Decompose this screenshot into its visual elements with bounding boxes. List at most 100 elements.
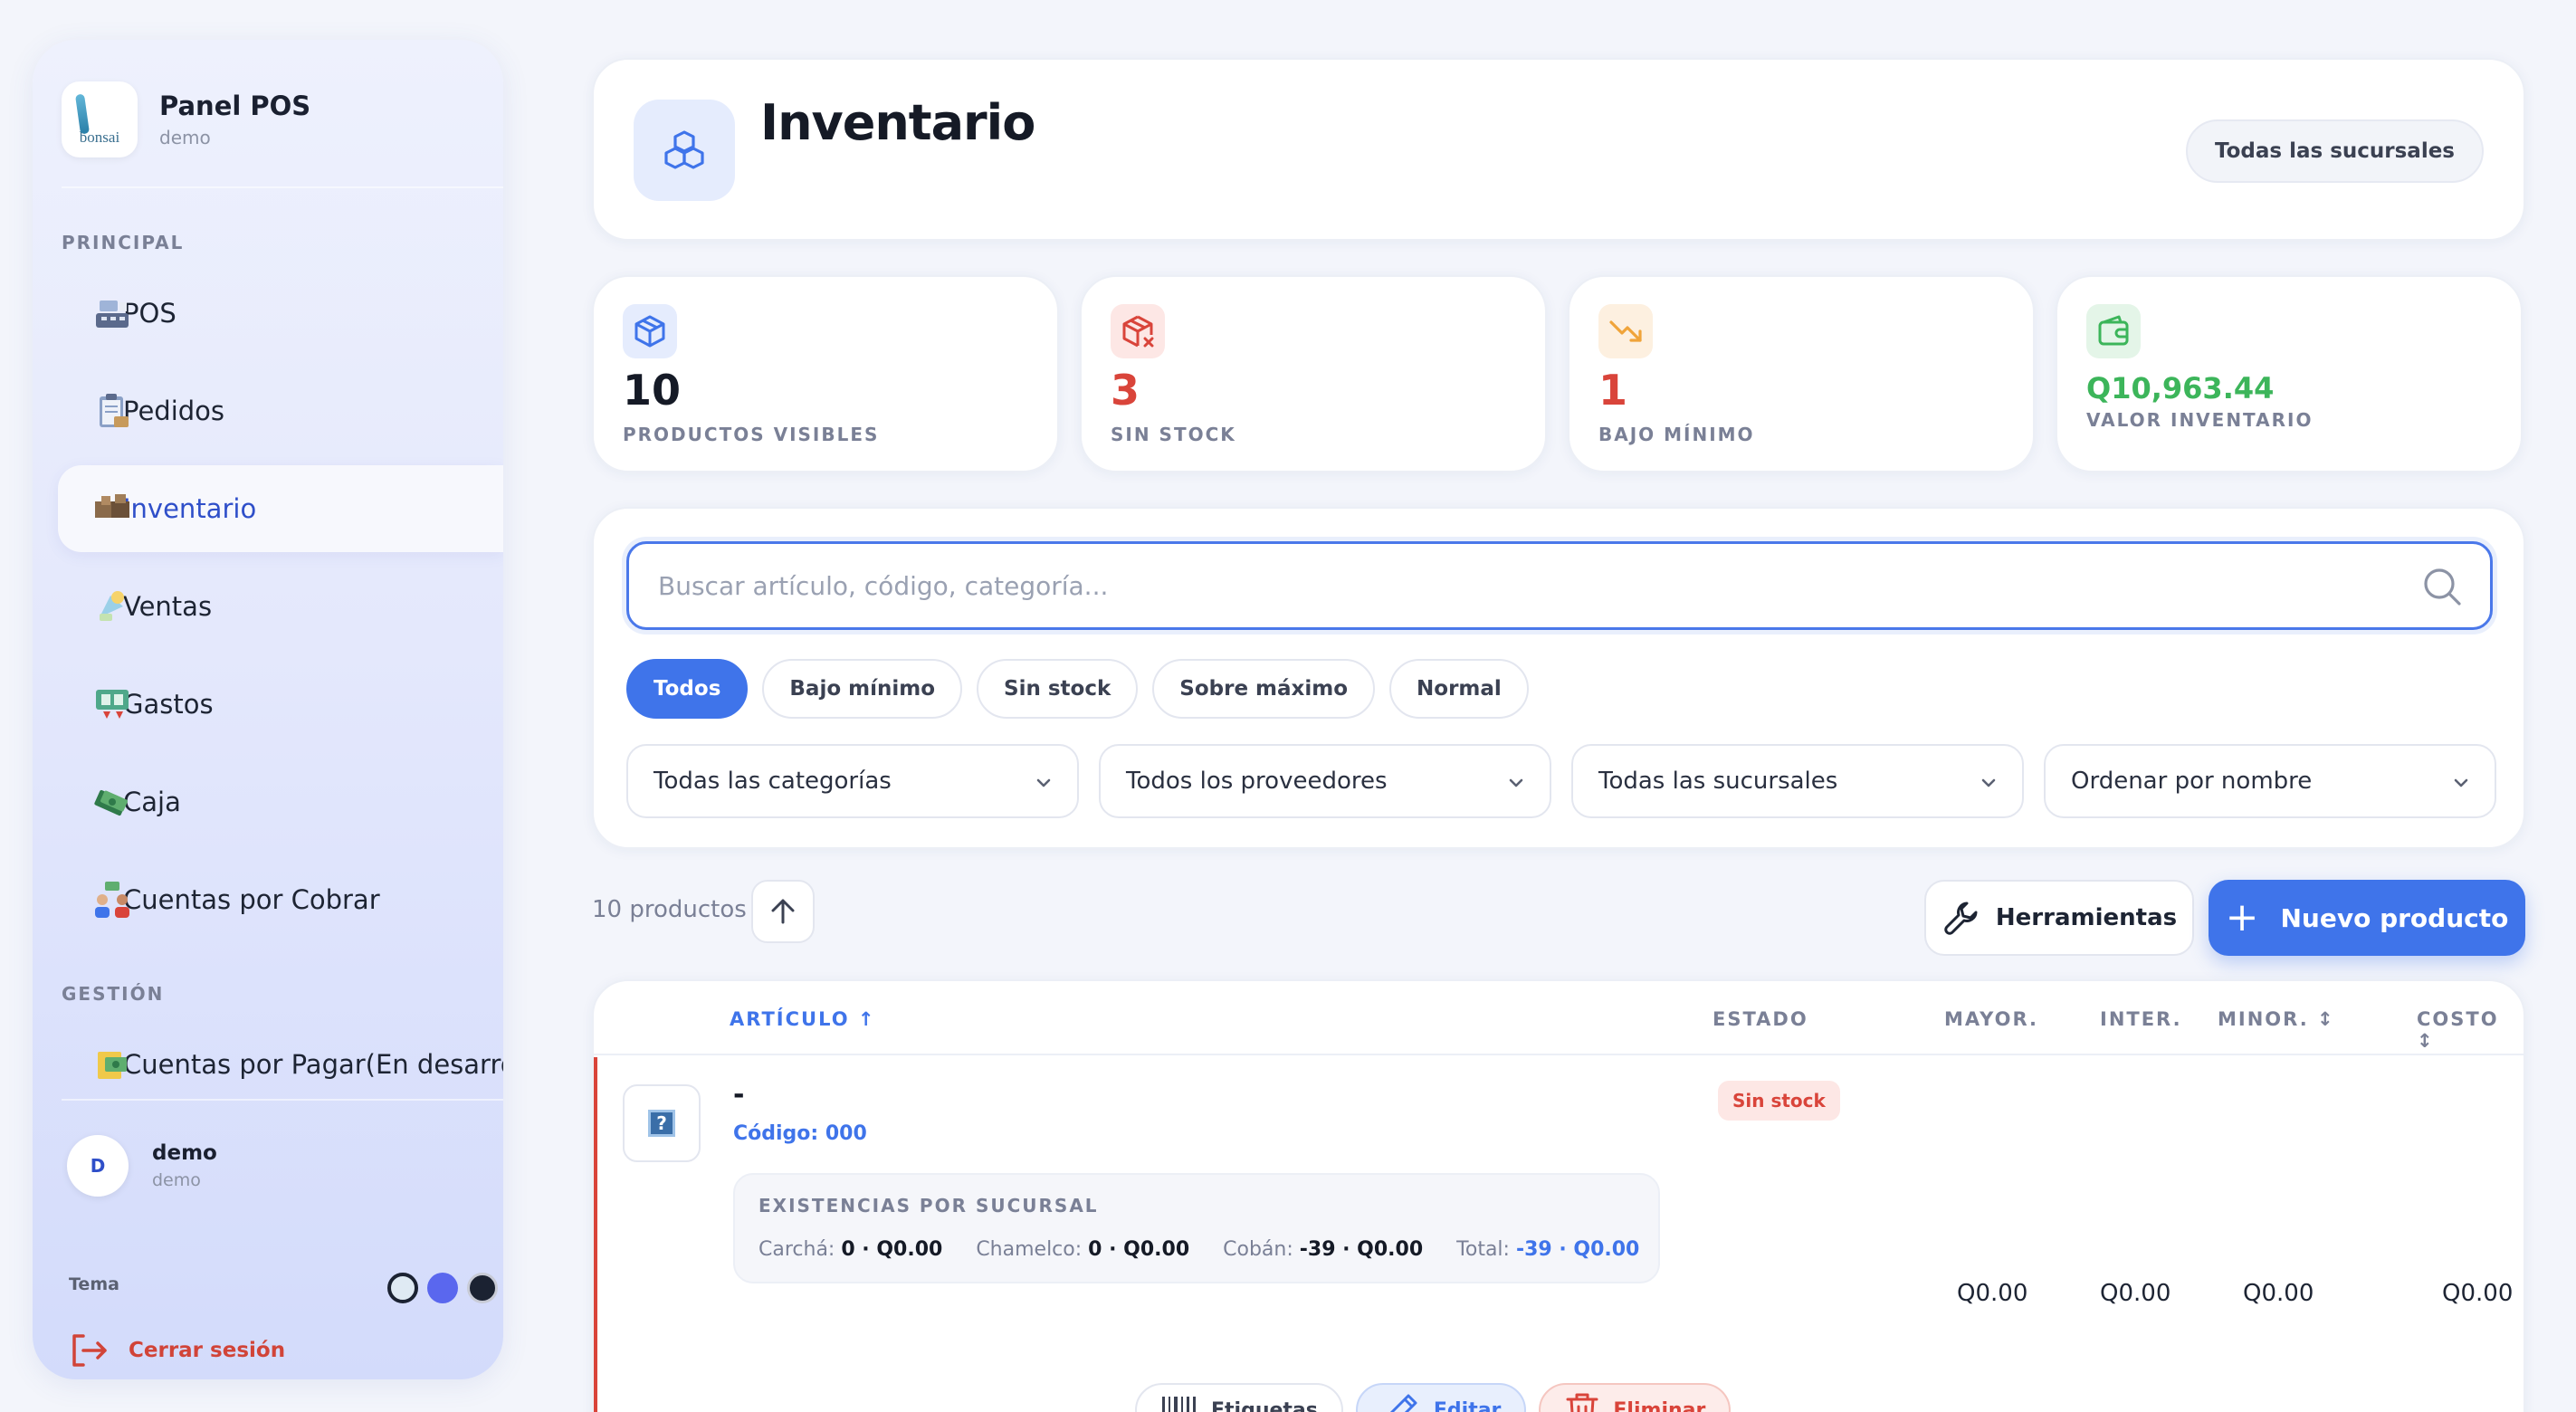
delete-button-label: Eliminar	[1613, 1398, 1706, 1412]
stock-value: 0 · Q0.00	[1088, 1238, 1190, 1261]
product-code: Código: 000	[733, 1122, 867, 1145]
tools-button[interactable]: Herramientas	[1924, 880, 2194, 956]
theme-blue-option[interactable]	[427, 1273, 458, 1303]
sort-select[interactable]: Ordenar por nombre	[2044, 744, 2496, 818]
stock-label: Total:	[1456, 1238, 1510, 1261]
chevron-down-icon	[1981, 778, 1996, 787]
price-minor: Q0.00	[2243, 1280, 2314, 1307]
theme-light-option[interactable]	[387, 1273, 418, 1303]
sidebar-item-label: Cuentas por Cobrar	[123, 884, 380, 915]
stat-value: 3	[1111, 366, 1140, 415]
product-count: 10 productos	[592, 896, 747, 923]
stat-label: BAJO MÍNIMO	[1598, 424, 1755, 445]
branch-select[interactable]: Todas las sucursales	[1571, 744, 2024, 818]
sidebar-item-cuentas-por-pagar[interactable]: Cuentas por Pagar(En desarro	[58, 1021, 503, 1108]
select-value: Todas las categorías	[654, 768, 892, 795]
stat-card-valor-inventario: Q10,963.44 VALOR INVENTARIO	[2056, 275, 2523, 472]
theme-switcher	[387, 1273, 498, 1303]
column-header-estado[interactable]: ESTADO	[1713, 1008, 1808, 1030]
chevron-down-icon	[1036, 778, 1051, 787]
section-label-gestion: GESTIÓN	[62, 983, 165, 1005]
branch-stock-line: Carchá: 0 · Q0.00 Chamelco: 0 · Q0.00 Co…	[758, 1238, 1639, 1261]
select-value: Todos los proveedores	[1126, 768, 1388, 795]
cubes-icon	[664, 130, 704, 169]
stat-value: 10	[623, 366, 682, 415]
chip-normal[interactable]: Normal	[1389, 659, 1529, 719]
stat-icon-box	[623, 304, 677, 358]
stat-card-productos: 10 PRODUCTOS VISIBLES	[592, 275, 1059, 472]
chip-sin-stock[interactable]: Sin stock	[977, 659, 1139, 719]
stat-icon-box	[1598, 304, 1653, 358]
package-icon	[634, 315, 665, 348]
column-header-articulo[interactable]: ARTÍCULO ↑	[730, 1008, 875, 1030]
stat-icon-box	[2086, 304, 2141, 358]
chip-todos[interactable]: Todos	[626, 659, 749, 719]
delete-button[interactable]: Eliminar	[1539, 1383, 1732, 1412]
sidebar: bonsai Panel POS demo PRINCIPAL POS Pedi…	[33, 40, 503, 1379]
category-select[interactable]: Todas las categorías	[626, 744, 1079, 818]
user-profile[interactable]: D demo demo	[67, 1135, 217, 1197]
edit-button-label: Editar	[1433, 1398, 1502, 1412]
sidebar-item-label: Pedidos	[123, 396, 225, 426]
chip-sobre-maximo[interactable]: Sobre máximo	[1152, 659, 1376, 719]
clipboard-icon	[100, 394, 129, 427]
search-icon[interactable]	[2421, 566, 2463, 607]
header-icon	[634, 100, 735, 201]
boxes-icon	[95, 494, 129, 518]
receivables-icon	[95, 882, 129, 918]
stat-label: PRODUCTOS VISIBLES	[623, 424, 880, 445]
branch-selector[interactable]: Todas las sucursales	[2185, 119, 2484, 183]
pencil-icon	[1389, 1394, 1417, 1412]
column-header-minor[interactable]: MINOR. ↕	[2218, 1008, 2335, 1030]
chevron-down-icon	[1509, 778, 1523, 787]
pos-register-icon	[96, 301, 129, 328]
stock-label: Chamelco:	[976, 1238, 1083, 1261]
sidebar-item-pos[interactable]: POS	[58, 270, 503, 357]
filter-selects: Todas las categorías Todos los proveedor…	[626, 744, 2496, 818]
labels-button[interactable]: Etiquetas	[1135, 1383, 1343, 1412]
brand-title: Panel POS	[159, 91, 311, 121]
table-header: ARTÍCULO ↑ ESTADO MAYOR. INTER. MINOR. ↕…	[594, 981, 2524, 1055]
sidebar-nav: POS Pedidos Inventario Ventas Gastos Caj…	[58, 270, 503, 954]
user-name: demo	[152, 1141, 217, 1165]
new-product-button[interactable]: + Nuevo producto	[2209, 880, 2525, 956]
inventory-table: ARTÍCULO ↑ ESTADO MAYOR. INTER. MINOR. ↕…	[592, 979, 2525, 1412]
scroll-top-button[interactable]	[751, 880, 815, 943]
column-header-costo[interactable]: COSTO ↕	[2417, 1008, 2524, 1052]
stock-total-value: -39 · Q0.00	[1515, 1238, 1640, 1261]
expenses-icon	[96, 690, 129, 719]
column-header-mayor[interactable]: MAYOR.	[1944, 1008, 2038, 1030]
search-input[interactable]	[658, 570, 2378, 601]
select-value: Todas las sucursales	[1598, 768, 1838, 795]
sidebar-nav-gestion: Cuentas por Pagar(En desarro	[58, 1021, 503, 1119]
column-header-inter[interactable]: INTER.	[2100, 1008, 2182, 1030]
sidebar-item-label: Ventas	[123, 591, 213, 622]
price-inter: Q0.00	[2100, 1280, 2171, 1307]
sidebar-item-gastos[interactable]: Gastos	[58, 661, 503, 748]
sidebar-item-label: Gastos	[123, 689, 214, 720]
page-title: Inventario	[760, 94, 1035, 151]
leaf-icon	[74, 93, 91, 135]
product-name: -	[733, 1079, 745, 1111]
edit-button[interactable]: Editar	[1355, 1383, 1527, 1412]
sidebar-item-inventario[interactable]: Inventario	[58, 465, 503, 552]
row-actions: Etiquetas Editar Eliminar	[1135, 1383, 1732, 1412]
theme-dark-option[interactable]	[467, 1273, 498, 1303]
payables-icon	[98, 1052, 127, 1079]
section-label-principal: PRINCIPAL	[62, 232, 185, 253]
plus-icon: +	[2225, 894, 2259, 940]
sidebar-item-ventas[interactable]: Ventas	[58, 563, 503, 650]
stat-card-bajo-minimo: 1 BAJO MÍNIMO	[1568, 275, 2035, 472]
tools-label: Herramientas	[1995, 904, 2178, 931]
theme-label: Tema	[69, 1274, 119, 1294]
chevron-down-icon	[2454, 778, 2468, 787]
brand-subtitle: demo	[159, 127, 211, 148]
search-box	[626, 541, 2493, 630]
supplier-select[interactable]: Todos los proveedores	[1099, 744, 1551, 818]
sidebar-item-caja[interactable]: Caja	[58, 758, 503, 845]
sidebar-item-cuentas-por-cobrar[interactable]: Cuentas por Cobrar	[58, 856, 503, 943]
sidebar-item-pedidos[interactable]: Pedidos	[58, 367, 503, 454]
logout-button[interactable]: Cerrar sesión	[69, 1332, 285, 1369]
stat-icon-box	[1111, 304, 1165, 358]
chip-bajo-minimo[interactable]: Bajo mínimo	[762, 659, 963, 719]
